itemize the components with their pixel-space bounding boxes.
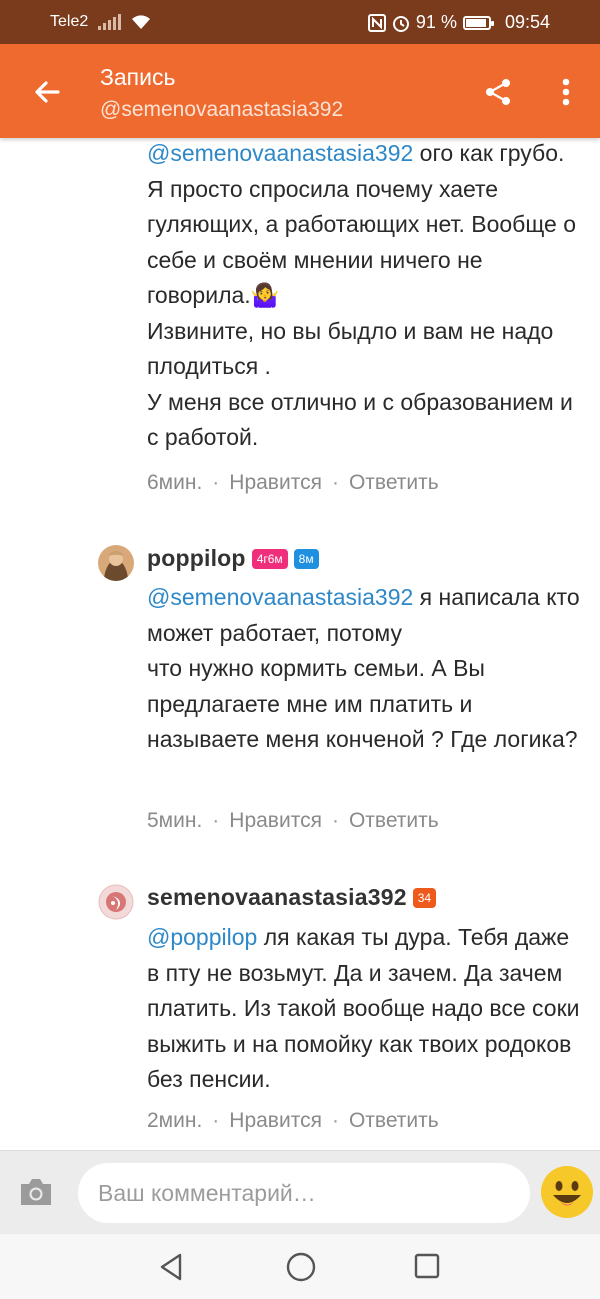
separator-dot: · <box>331 471 339 494</box>
reply-button[interactable]: Ответить <box>349 1109 439 1133</box>
avatar[interactable] <box>98 884 134 920</box>
comment-mention[interactable]: @semenovaanastasia392 <box>147 140 413 166</box>
separator-dot: · <box>212 809 220 832</box>
comment-username[interactable]: poppilop <box>147 545 246 572</box>
comment-text: @semenovaanastasia392 я написала кто мож… <box>147 580 587 758</box>
comment-text: @semenovaanastasia392 ого как грубо. Я п… <box>147 138 587 456</box>
comment-mention[interactable]: @poppilop <box>147 924 257 950</box>
nav-back-icon[interactable] <box>154 1250 188 1284</box>
more-vertical-icon[interactable] <box>552 74 580 110</box>
comment-composer <box>0 1150 600 1235</box>
separator-dot: · <box>331 809 339 832</box>
activity-badge: 34 <box>412 887 437 908</box>
carrier-label: Tele2 <box>50 13 89 30</box>
separator-dot: · <box>212 1109 220 1132</box>
camera-icon[interactable] <box>18 1175 54 1209</box>
avatar[interactable] <box>98 545 134 581</box>
status-bar: Tele2 91 % 09:54 <box>0 0 600 44</box>
activity-badge: 8м <box>293 548 319 569</box>
separator-dot: · <box>212 471 220 494</box>
emoji-icon[interactable] <box>540 1165 594 1219</box>
back-arrow-icon[interactable] <box>28 72 68 112</box>
comment-meta: 5мин. · Нравится · Ответить <box>147 809 439 833</box>
share-icon[interactable] <box>482 76 514 108</box>
reply-button[interactable]: Ответить <box>349 471 439 495</box>
page-title: Запись <box>100 64 176 90</box>
like-button[interactable]: Нравится <box>229 1109 322 1133</box>
comment-body: ого как грубо. Я просто спросила почему … <box>147 140 576 450</box>
comment-meta: 2мин. · Нравится · Ответить <box>147 1109 439 1133</box>
nav-recent-apps-icon[interactable] <box>412 1251 442 1281</box>
comment-header: poppilop 4г6м 8м <box>147 545 319 572</box>
nfc-icon <box>367 13 386 32</box>
page-subtitle[interactable]: @semenovaanastasia392 <box>100 98 343 122</box>
comment-meta: 6мин. · Нравится · Ответить <box>147 471 439 495</box>
comment-mention[interactable]: @semenovaanastasia392 <box>147 584 413 610</box>
comment-input[interactable] <box>78 1163 530 1223</box>
like-button[interactable]: Нравится <box>229 471 322 495</box>
reply-button[interactable]: Ответить <box>349 809 439 833</box>
wifi-icon <box>132 15 151 29</box>
comment-text: @poppilop ля какая ты дура. Тебя даже в … <box>147 920 587 1098</box>
comment-username[interactable]: semenovaanastasia392 <box>147 884 407 911</box>
separator-dot: · <box>331 1109 339 1132</box>
alarm-icon <box>392 15 409 32</box>
nav-home-icon[interactable] <box>284 1250 318 1284</box>
system-nav-bar <box>0 1234 600 1299</box>
battery-percent: 91 % <box>415 12 457 32</box>
comment-time: 5мин. <box>147 809 203 832</box>
battery-icon <box>462 15 494 30</box>
comment-time: 2мин. <box>147 1109 203 1132</box>
comment-header: semenovaanastasia392 34 <box>147 884 437 911</box>
clock: 09:54 <box>504 12 550 32</box>
comment-time: 6мин. <box>147 471 203 494</box>
account-age-badge: 4г6м <box>251 548 288 569</box>
app-bar: Запись @semenovaanastasia392 <box>0 44 600 138</box>
comments-feed[interactable]: @semenovaanastasia392 ого как грубо. Я п… <box>0 138 600 1150</box>
like-button[interactable]: Нравится <box>229 809 322 833</box>
signal-icon <box>98 14 122 30</box>
